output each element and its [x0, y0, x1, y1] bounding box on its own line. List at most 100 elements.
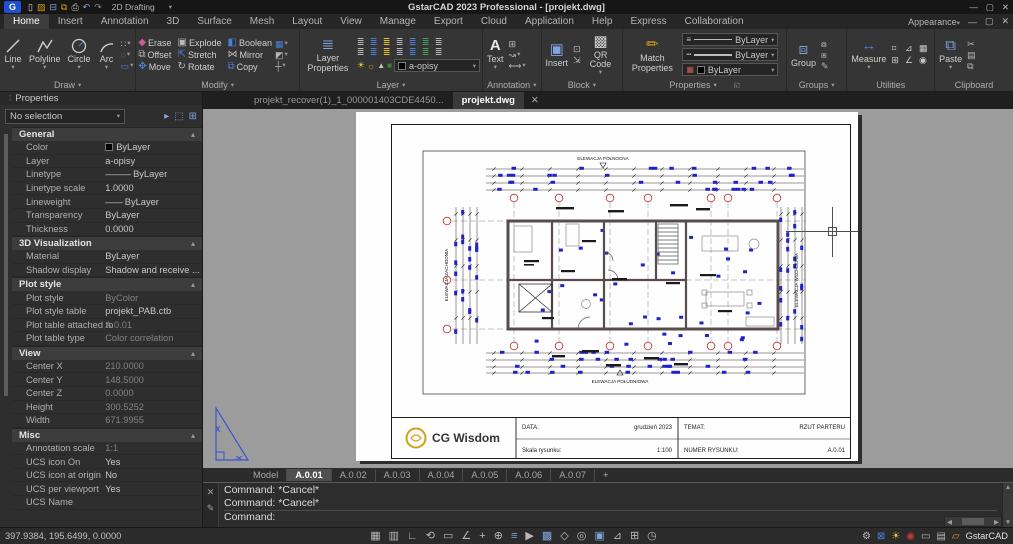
layer-tool-icon-9[interactable]: ≣: [370, 47, 382, 57]
paste-button[interactable]: ⧉ Paste▾: [937, 37, 964, 71]
copy-clip-button[interactable]: ▤: [967, 50, 976, 60]
layer-tool-icon-10[interactable]: ≣: [383, 47, 395, 57]
layer-unlock-icon[interactable]: ▲: [377, 61, 385, 70]
annotation-monitor-icon[interactable]: ◎: [577, 529, 587, 544]
property-value[interactable]: No: [105, 470, 202, 480]
rotate-button[interactable]: ↻Rotate: [178, 61, 222, 72]
undo-icon[interactable]: ↶: [83, 2, 91, 12]
text-button[interactable]: A Text▾: [485, 37, 506, 71]
utilities-panel-title[interactable]: Utilities: [849, 79, 932, 91]
object-snap-tracking-icon[interactable]: ⊕: [494, 529, 503, 544]
menu-tab-layout[interactable]: Layout: [283, 14, 331, 29]
property-value[interactable]: ByLayer: [105, 142, 202, 152]
leader-button[interactable]: ↝▾: [509, 50, 526, 60]
layer-panel-title[interactable]: Layer▾: [302, 79, 480, 91]
layer-tool-icon-13[interactable]: ≣: [422, 47, 434, 57]
scroll-right-icon[interactable]: ▶: [994, 518, 999, 526]
menu-tab-cloud[interactable]: Cloud: [472, 14, 516, 29]
menu-tab-mesh[interactable]: Mesh: [241, 14, 283, 29]
close-button[interactable]: ✕: [1002, 2, 1009, 13]
section-header-misc[interactable]: Misc▴: [12, 428, 202, 442]
hardware-accel-icon[interactable]: ⊞: [630, 529, 639, 544]
command-input[interactable]: Command:: [224, 510, 997, 526]
property-value[interactable]: 300.5252: [105, 402, 202, 412]
appearance-menu[interactable]: Appearance▾: [908, 17, 960, 27]
property-value[interactable]: ———ByLayer: [105, 169, 202, 179]
menu-tab-help[interactable]: Help: [583, 14, 622, 29]
area-icon[interactable]: ⊿: [905, 43, 913, 54]
grid-display-icon[interactable]: ▥: [389, 529, 399, 544]
menu-tab-application[interactable]: Application: [516, 14, 583, 29]
properties-palette-header[interactable]: ⁞ Properties: [0, 92, 202, 105]
open-folder-icon[interactable]: ▱: [952, 531, 960, 542]
table-button[interactable]: ⊞: [509, 39, 526, 49]
dialog-launcher-icon[interactable]: ◱: [734, 81, 740, 89]
save-as-icon[interactable]: ⧉: [61, 2, 67, 12]
ortho-icon[interactable]: ∟: [407, 529, 418, 544]
layer-tool-icon-11[interactable]: ≣: [396, 47, 408, 57]
layout-tab-a-0-06[interactable]: A.0.06: [507, 469, 551, 481]
layer-dropdown[interactable]: a-opisy ▾: [394, 59, 480, 72]
layer-properties-button[interactable]: ≣ Layer Properties: [302, 36, 354, 73]
snap-node-icon[interactable]: +: [479, 529, 485, 544]
layer-tool-icon-3[interactable]: ≣: [383, 37, 395, 47]
section-header-view[interactable]: View▴: [12, 346, 202, 360]
layer-on-bulb-icon[interactable]: ☀: [357, 60, 365, 71]
bulb-icon[interactable]: ☀: [891, 531, 900, 542]
table-calc-icon[interactable]: ▦: [919, 43, 928, 54]
layout-tab-a-0-05[interactable]: A.0.05: [463, 469, 507, 481]
explode-button[interactable]: ▣Explode: [178, 37, 222, 48]
select-objects-icon[interactable]: ⬚: [174, 111, 183, 122]
section-header-plot-style[interactable]: Plot style▴: [12, 277, 202, 291]
measure-button[interactable]: ↔ Measure▾: [849, 37, 888, 71]
layer-tool-icon-6[interactable]: ≣: [422, 37, 434, 47]
open-file-icon[interactable]: ▨: [37, 2, 46, 12]
array-button[interactable]: ▦▾: [275, 39, 288, 49]
section-header-general[interactable]: General▴: [12, 127, 202, 141]
doc-tab-0[interactable]: projekt_recover(1)_1_000001403CDE4450...: [245, 92, 453, 109]
record-icon[interactable]: ◉: [906, 531, 915, 542]
match-properties-button[interactable]: ✏ Match Properties: [625, 36, 679, 73]
copy-button[interactable]: ⧉Copy: [228, 61, 272, 72]
property-value[interactable]: Color correlation: [105, 333, 202, 343]
mirror-button[interactable]: ⋈Mirror: [228, 49, 272, 60]
property-value[interactable]: 671.9955: [105, 415, 202, 425]
doc-close-button[interactable]: ✕: [1001, 16, 1009, 27]
doc-tab-close-icon[interactable]: ✕: [524, 92, 546, 109]
lock-ui-icon[interactable]: ⊠: [877, 531, 885, 542]
property-value[interactable]: Yes: [105, 457, 202, 467]
grid-snap-icon[interactable]: ▦: [370, 529, 380, 544]
workspace-select[interactable]: 2D Drafting ▾: [112, 2, 172, 12]
menu-tab-home[interactable]: Home: [4, 14, 49, 29]
qr-code-button[interactable]: ▩ QR Code▾: [584, 33, 618, 77]
menu-tab-insert[interactable]: Insert: [49, 14, 92, 29]
layer-tool-icon-1[interactable]: ≣: [357, 37, 369, 47]
quick-select-icon[interactable]: ⊞: [189, 111, 197, 122]
property-value[interactable]: Yes: [105, 484, 202, 494]
property-value[interactable]: 0.0000: [105, 388, 202, 398]
menu-tab-3d[interactable]: 3D: [158, 14, 189, 29]
angle-icon[interactable]: ∠: [905, 55, 913, 66]
groups-panel-title[interactable]: Groups▾: [789, 79, 844, 91]
layer-tool-icon-2[interactable]: ≣: [370, 37, 382, 47]
palette-scrollbar[interactable]: [4, 134, 8, 396]
group-edit-button[interactable]: ⧆: [821, 50, 829, 60]
palette-grip-icon[interactable]: ⁞: [9, 94, 11, 103]
layer-tool-icon-4[interactable]: ≣: [396, 37, 408, 47]
arc-button[interactable]: Arc▾: [96, 37, 118, 71]
lineweight-dropdown[interactable]: ┅ ByLayer▾: [682, 48, 778, 61]
boolean-button[interactable]: ◧Boolean: [228, 37, 272, 48]
command-close-icon[interactable]: ✕: [207, 487, 215, 498]
line-button[interactable]: Line▾: [2, 37, 24, 71]
polar-tracking-icon[interactable]: ⟲: [426, 529, 435, 544]
id-point-icon[interactable]: ⌗: [891, 43, 899, 54]
property-value[interactable]: Shadow and receive ...: [105, 265, 202, 275]
cut-button[interactable]: ✂: [967, 39, 976, 49]
layer-tool-icon-5[interactable]: ≣: [409, 37, 421, 47]
property-value[interactable]: ByColor: [105, 293, 202, 303]
clean-screen-icon[interactable]: ◷: [647, 529, 657, 544]
draw-panel-title[interactable]: Draw▾: [2, 79, 133, 91]
command-scrollbar[interactable]: ▲ ▼: [1002, 483, 1013, 527]
layer-thaw-sun-icon[interactable]: ☼: [367, 61, 375, 71]
selection-cycling-icon[interactable]: ▶: [525, 529, 533, 544]
